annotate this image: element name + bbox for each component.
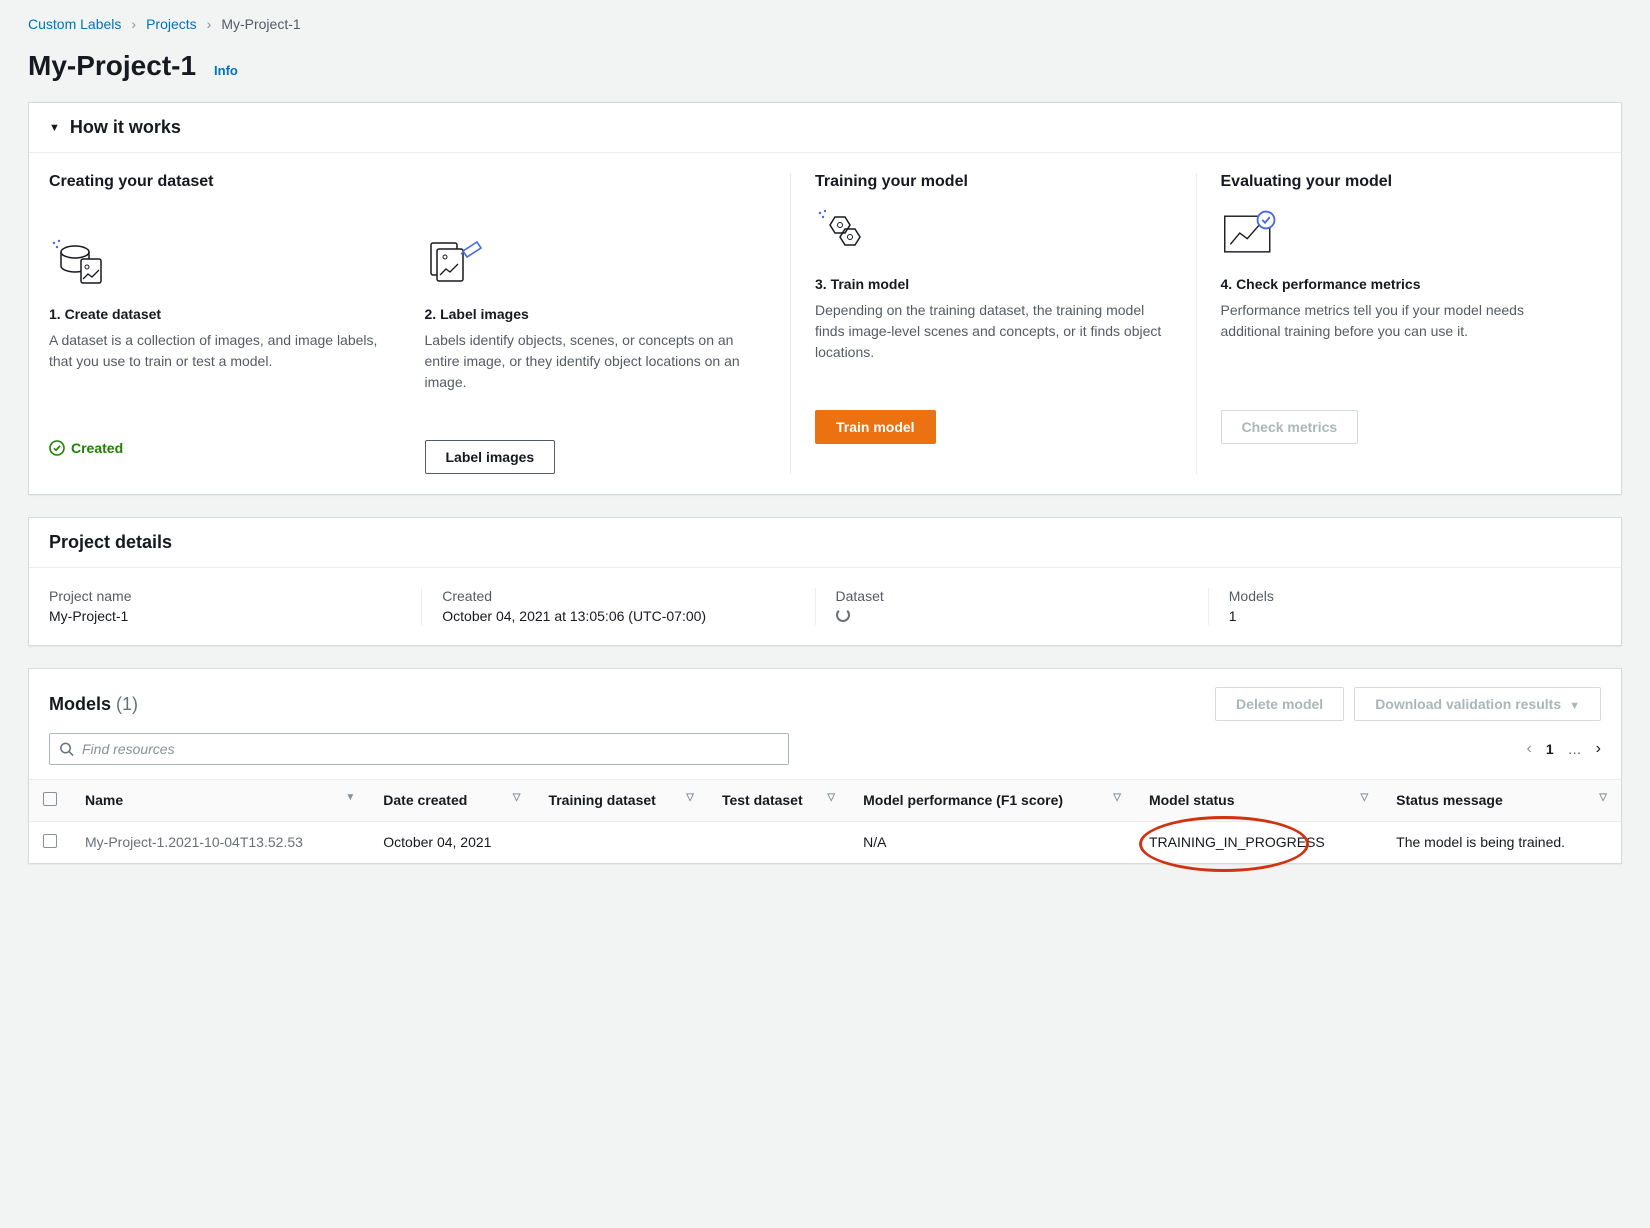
models-count: (1) <box>116 694 138 714</box>
created-label: Created <box>71 440 123 456</box>
pager-ellipsis: … <box>1568 741 1582 757</box>
caret-down-icon: ▼ <box>49 122 60 134</box>
row-checkbox[interactable] <box>43 834 57 848</box>
col-test-ds[interactable]: Test dataset▽ <box>708 780 849 822</box>
col-perf[interactable]: Model performance (F1 score)▽ <box>849 780 1135 822</box>
col-train-ds[interactable]: Training dataset▽ <box>534 780 708 822</box>
project-details-panel: Project details Project name My-Project-… <box>28 517 1622 646</box>
col-msg[interactable]: Status message▽ <box>1382 780 1621 822</box>
pd-dataset-value <box>836 608 1188 625</box>
caret-down-icon: ▼ <box>1569 700 1580 712</box>
row-msg: The model is being trained. <box>1382 822 1621 864</box>
models-title: Models (1) <box>49 694 138 715</box>
pd-created-value: October 04, 2021 at 13:05:06 (UTC-07:00) <box>442 608 794 624</box>
hiw-train-step-desc: Depending on the training dataset, the t… <box>815 300 1176 390</box>
search-wrap <box>49 733 789 765</box>
select-all-checkbox[interactable] <box>43 792 57 806</box>
col-date[interactable]: Date created▽ <box>369 780 534 822</box>
models-panel: Models (1) Delete model Download validat… <box>28 668 1622 864</box>
pd-models-label: Models <box>1229 588 1581 604</box>
pd-name: Project name My-Project-1 <box>49 588 421 625</box>
hiw-title: How it works <box>70 117 181 138</box>
pd-title: Project details <box>49 532 172 553</box>
download-validation-button[interactable]: Download validation results▼ <box>1354 687 1601 721</box>
hiw-eval-heading: Evaluating your model <box>1221 173 1582 191</box>
label-images-button[interactable]: Label images <box>425 440 556 474</box>
row-perf: N/A <box>849 822 1135 864</box>
col-name[interactable]: Name▼ <box>71 780 369 822</box>
hiw-train-step-title: 3. Train model <box>815 276 1176 292</box>
pd-name-label: Project name <box>49 588 401 604</box>
page-title: My-Project-1 <box>28 50 196 82</box>
col-status[interactable]: Model status▽ <box>1135 780 1382 822</box>
hiw-col-create: Creating your dataset 1. Create dataset … <box>49 173 790 474</box>
check-metrics-button[interactable]: Check metrics <box>1221 410 1359 444</box>
label-images-icon <box>425 237 485 292</box>
hiw-step2-title: 2. Label images <box>425 306 771 322</box>
loading-spinner-icon <box>836 608 850 622</box>
hiw-step1-desc: A dataset is a collection of images, and… <box>49 330 395 420</box>
hiw-step2-desc: Labels identify objects, scenes, or conc… <box>425 330 771 420</box>
hiw-create-heading: Creating your dataset <box>49 173 770 191</box>
sort-icon: ▽ <box>1360 792 1368 803</box>
pd-dataset-label: Dataset <box>836 588 1188 604</box>
metrics-icon <box>1221 207 1281 262</box>
hiw-col-eval: Evaluating your model 4. Check performan… <box>1196 173 1602 474</box>
row-status: TRAINING_IN_PROGRESS <box>1135 822 1382 864</box>
search-icon <box>59 742 74 757</box>
sort-icon: ▽ <box>1599 792 1607 803</box>
delete-model-button[interactable]: Delete model <box>1215 687 1344 721</box>
row-test-ds <box>708 822 849 864</box>
hiw-eval-step-title: 4. Check performance metrics <box>1221 276 1582 292</box>
pager-prev[interactable]: ‹ <box>1527 740 1532 758</box>
created-status: Created <box>49 440 395 456</box>
pd-name-value: My-Project-1 <box>49 608 401 624</box>
check-circle-icon <box>49 440 65 456</box>
train-model-icon <box>815 207 875 262</box>
hiw-step-2: 2. Label images Labels identify objects,… <box>425 237 771 474</box>
sort-icon: ▽ <box>1113 792 1121 803</box>
breadcrumb: Custom Labels › Projects › My-Project-1 <box>28 16 1622 32</box>
dataset-icon <box>49 237 109 292</box>
hiw-col-train: Training your model 3. Train model Depen… <box>790 173 1196 474</box>
pd-models: Models 1 <box>1208 588 1601 625</box>
info-link[interactable]: Info <box>214 63 238 78</box>
pd-dataset: Dataset <box>815 588 1208 625</box>
hiw-step-1: 1. Create dataset A dataset is a collect… <box>49 237 395 474</box>
row-name[interactable]: My-Project-1.2021-10-04T13.52.53 <box>71 822 369 864</box>
train-model-button[interactable]: Train model <box>815 410 936 444</box>
search-input[interactable] <box>49 733 789 765</box>
page-title-row: My-Project-1 Info <box>28 50 1622 82</box>
models-table: Name▼ Date created▽ Training dataset▽ Te… <box>29 779 1621 863</box>
hiw-train-heading: Training your model <box>815 173 1176 191</box>
chevron-right-icon: › <box>207 16 212 32</box>
sort-icon: ▽ <box>513 792 521 803</box>
hiw-step1-title: 1. Create dataset <box>49 306 395 322</box>
chevron-right-icon: › <box>131 16 136 32</box>
pd-created: Created October 04, 2021 at 13:05:06 (UT… <box>421 588 814 625</box>
breadcrumb-projects[interactable]: Projects <box>146 16 197 32</box>
table-row[interactable]: My-Project-1.2021-10-04T13.52.53 October… <box>29 822 1621 864</box>
row-date: October 04, 2021 <box>369 822 534 864</box>
pager-page: 1 <box>1546 741 1554 757</box>
pd-created-label: Created <box>442 588 794 604</box>
how-it-works-panel: ▼ How it works Creating your dataset 1. … <box>28 102 1622 495</box>
pager: ‹ 1 … › <box>1527 740 1601 758</box>
pd-header: Project details <box>29 518 1621 568</box>
sort-desc-icon: ▼ <box>345 792 355 803</box>
breadcrumb-current: My-Project-1 <box>221 16 300 32</box>
hiw-header[interactable]: ▼ How it works <box>29 103 1621 153</box>
hiw-eval-step-desc: Performance metrics tell you if your mod… <box>1221 300 1582 390</box>
pager-next[interactable]: › <box>1596 740 1601 758</box>
pd-models-value: 1 <box>1229 608 1581 624</box>
row-train-ds <box>534 822 708 864</box>
breadcrumb-root[interactable]: Custom Labels <box>28 16 121 32</box>
sort-icon: ▽ <box>827 792 835 803</box>
sort-icon: ▽ <box>686 792 694 803</box>
